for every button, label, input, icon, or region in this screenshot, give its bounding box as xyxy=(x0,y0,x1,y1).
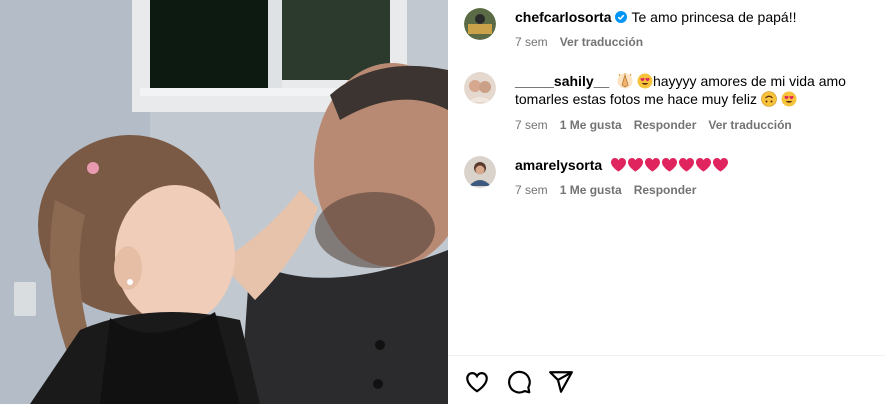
praying-hands-emoji-icon xyxy=(617,73,633,89)
red-heart-emoji-icon xyxy=(696,158,712,172)
red-heart-emoji-icon xyxy=(645,158,661,172)
sahily-avatar-icon xyxy=(464,72,496,104)
see-translation-button[interactable]: Ver traducción xyxy=(560,35,643,49)
comment-likes[interactable]: 1 Me gusta xyxy=(560,118,622,132)
photo-illustration xyxy=(0,0,448,404)
caption-comment: chefcarlosorta Te amo princesa de papá!! … xyxy=(464,8,875,49)
comment-username[interactable]: chefcarlosorta xyxy=(515,9,611,25)
comment-text: Te amo princesa de papá!! xyxy=(631,9,797,25)
see-translation-button[interactable]: Ver traducción xyxy=(708,118,791,132)
heart-eyes-emoji-icon xyxy=(781,91,797,107)
avatar[interactable] xyxy=(464,72,496,104)
share-icon[interactable] xyxy=(548,369,574,395)
upside-down-face-emoji-icon xyxy=(761,91,777,107)
comment-username[interactable]: amarelysorta xyxy=(515,157,602,173)
comments-panel: chefcarlosorta Te amo princesa de papá!! … xyxy=(448,0,885,404)
heart-eyes-emoji-icon xyxy=(637,73,653,89)
avatar[interactable] xyxy=(464,156,496,188)
amarelys-avatar-icon xyxy=(464,156,496,188)
comment-time[interactable]: 7 sem xyxy=(515,183,548,197)
red-heart-emoji-icon xyxy=(611,158,627,172)
reply-button[interactable]: Responder xyxy=(634,118,697,132)
heart-icon[interactable] xyxy=(464,369,490,395)
hearts-emoji-group xyxy=(610,157,729,173)
red-heart-emoji-icon xyxy=(713,158,729,172)
red-heart-emoji-icon xyxy=(628,158,644,172)
red-heart-emoji-icon xyxy=(662,158,678,172)
comment-time[interactable]: 7 sem xyxy=(515,118,548,132)
comment-username[interactable]: _____sahily__ xyxy=(515,73,609,89)
comment-item: _____sahily__ hayyyy amores de mi vida a… xyxy=(464,72,875,132)
verified-badge-icon xyxy=(615,11,628,23)
comment-item: amarelysorta 7 sem 1 Me gusta Responder xyxy=(464,156,875,197)
reply-button[interactable]: Responder xyxy=(634,183,697,197)
comment-time[interactable]: 7 sem xyxy=(515,35,548,49)
red-heart-emoji-icon xyxy=(679,158,695,172)
post-photo xyxy=(0,0,448,404)
chef-avatar-icon xyxy=(464,8,496,40)
avatar[interactable] xyxy=(464,8,496,40)
comment-icon[interactable] xyxy=(506,369,532,395)
comment-likes[interactable]: 1 Me gusta xyxy=(560,183,622,197)
divider xyxy=(448,355,885,356)
post-actions xyxy=(464,369,574,395)
